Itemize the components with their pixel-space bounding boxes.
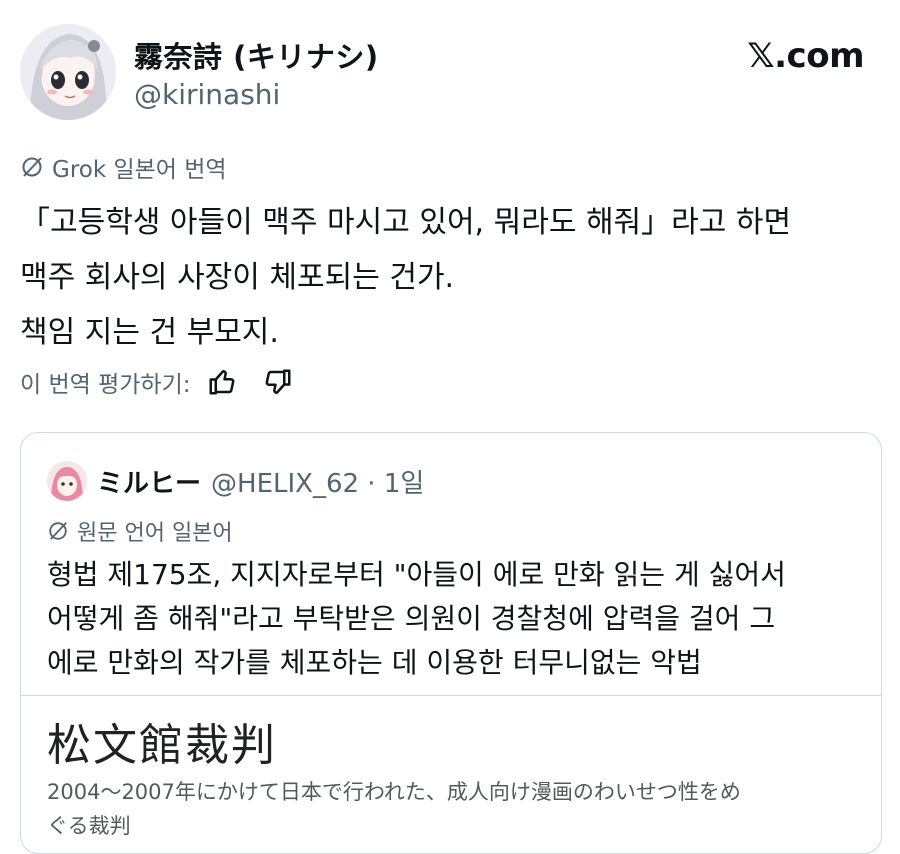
rate-translation: 이 번역 평가하기: <box>20 365 293 399</box>
quoted-author-name[interactable]: ミルヒー <box>97 463 201 500</box>
quoted-language-label: 원문 언어 일본어 <box>47 515 233 547</box>
embed-description-line: 2004〜2007年にかけて日本で行われた、成人向け漫画のわいせつ性をめ <box>47 780 741 804</box>
card-divider <box>21 695 881 696</box>
author-name[interactable]: 霧奈詩 (キリナシ) <box>134 34 379 76</box>
translation-label: Grok 일본어 번역 <box>20 150 227 184</box>
quoted-author-handle-time: @HELIX_62 · 1일 <box>211 468 425 499</box>
site-name: 𝕏.com <box>747 36 864 76</box>
quoted-body-line: 어떻게 좀 해줘"라고 부탁받은 의원이 경찰청에 압력을 걸어 그 <box>47 602 776 635</box>
tweet-body: 「고등학생 아들이 맥주 마시고 있어, 뭐라도 해줘」라고 하면 맥주 회사의… <box>20 195 880 360</box>
tweet-header: 霧奈詩 (キリナシ) @kirinashi 𝕏.com <box>20 22 864 122</box>
body-line: 「고등학생 아들이 맥주 마시고 있어, 뭐라도 해줘」라고 하면 <box>20 205 792 240</box>
rate-label: 이 번역 평가하기: <box>20 372 191 398</box>
thumbs-down-icon[interactable] <box>263 367 293 397</box>
quoted-body-line: 형법 제175조, 지지자로부터 "아들이 에로 만화 읽는 게 싫어서 <box>47 558 786 591</box>
body-line: 맥주 회사의 사장이 체포되는 건가. <box>20 260 455 295</box>
quoted-tweet-card[interactable]: ミルヒー @HELIX_62 · 1일 원문 언어 일본어 형법 제175조, … <box>20 432 882 854</box>
x-com-logo[interactable]: 𝕏.com <box>747 36 864 76</box>
author-avatar[interactable] <box>20 24 116 120</box>
translation-icon <box>49 522 67 540</box>
author-handle[interactable]: @kirinashi <box>134 78 280 111</box>
quoted-tweet-header: ミルヒー @HELIX_62 · 1일 <box>47 461 424 501</box>
quoted-author-avatar[interactable] <box>47 461 87 501</box>
quoted-tweet-body: 형법 제175조, 지지자로부터 "아들이 에로 만화 읽는 게 싫어서 어떻게… <box>47 553 867 685</box>
embed-description-line: ぐる裁判 <box>47 814 131 838</box>
embed-title[interactable]: 松文館裁判 <box>47 709 277 773</box>
quoted-language-text: 원문 언어 일본어 <box>77 521 233 546</box>
translation-text: Grok 일본어 번역 <box>52 157 227 183</box>
body-line: 책임 지는 건 부모지. <box>20 315 279 350</box>
translation-icon <box>22 157 42 177</box>
embed-description: 2004〜2007年にかけて日本で行われた、成人向け漫画のわいせつ性をめ ぐる裁… <box>47 775 867 843</box>
thumbs-up-icon[interactable] <box>207 367 237 397</box>
quoted-body-line: 에로 만화의 작가를 체포하는 데 이용한 터무니없는 악법 <box>47 646 702 679</box>
